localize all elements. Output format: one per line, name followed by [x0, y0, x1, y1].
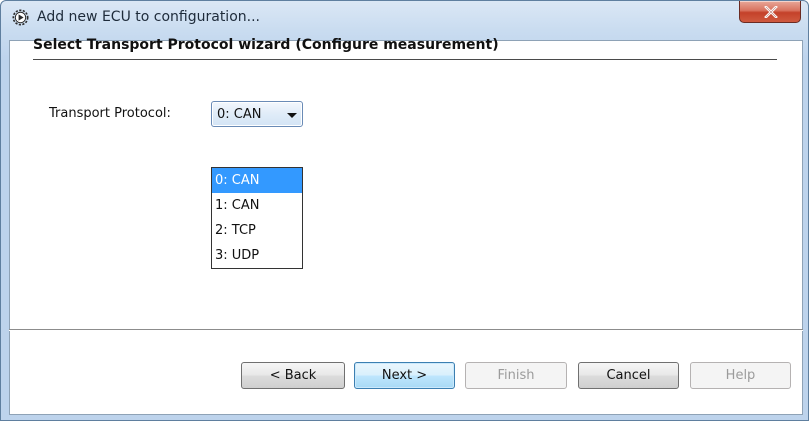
window-title: Add new ECU to configuration... — [37, 9, 260, 25]
dropdown-option-2-tcp[interactable]: 2: TCP — [212, 218, 302, 243]
dropdown-option-1-can[interactable]: 1: CAN — [212, 193, 302, 218]
wizard-title: Select Transport Protocol wizard (Config… — [33, 37, 499, 53]
finish-button[interactable]: Finish — [465, 362, 567, 389]
title-bar[interactable]: Add new ECU to configuration... — [1, 1, 808, 33]
dialog-window: Add new ECU to configuration... Select T… — [0, 0, 809, 421]
transport-protocol-dropdown-list: 0: CAN 1: CAN 2: TCP 3: UDP — [211, 167, 303, 269]
transport-protocol-select[interactable]: 0: CAN — [211, 101, 303, 127]
dropdown-option-0-can[interactable]: 0: CAN — [212, 168, 302, 193]
dropdown-option-3-udp[interactable]: 3: UDP — [212, 243, 302, 268]
chevron-down-icon — [287, 113, 297, 118]
title-divider — [33, 59, 777, 60]
dialog-content — [9, 40, 803, 415]
gear-play-icon — [12, 9, 29, 26]
close-button[interactable] — [739, 1, 801, 23]
back-button[interactable]: < Back — [241, 362, 345, 389]
close-icon — [764, 6, 778, 18]
next-button[interactable]: Next > — [354, 362, 455, 389]
transport-protocol-label: Transport Protocol: — [49, 106, 171, 121]
transport-protocol-selected-value: 0: CAN — [217, 107, 262, 122]
help-button[interactable]: Help — [690, 362, 791, 389]
cancel-button[interactable]: Cancel — [578, 362, 679, 389]
button-bar-separator — [9, 329, 803, 331]
